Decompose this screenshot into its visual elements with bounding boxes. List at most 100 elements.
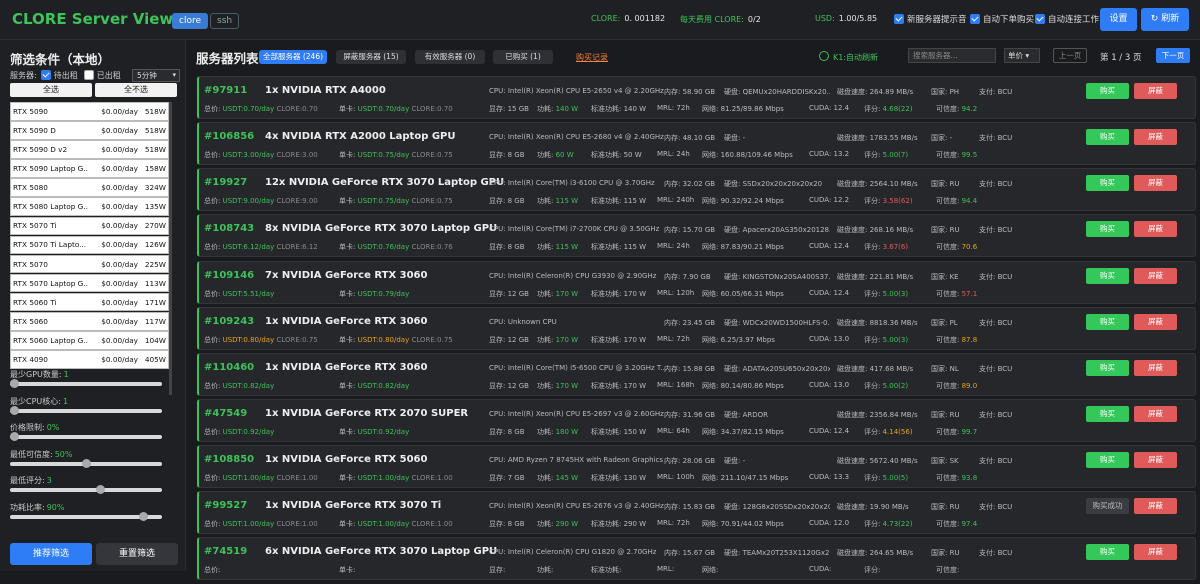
- checkbox-icon[interactable]: [1035, 14, 1045, 24]
- slider-handle[interactable]: [10, 379, 19, 388]
- total-price: 总价: USDT:9.00/day CLORE:9.00: [204, 196, 318, 206]
- buy-button[interactable]: 购买: [1086, 267, 1129, 284]
- interval-select[interactable]: 5分钟: [132, 68, 180, 82]
- power: 功耗: 145 W: [537, 473, 578, 483]
- mrl-label: MRL:: [657, 196, 675, 205]
- block-button[interactable]: 屏蔽: [1134, 83, 1177, 99]
- checkbox-icon[interactable]: [970, 14, 980, 24]
- gpu-filter-item[interactable]: RTX 4090 $0.00/day 405W: [10, 350, 169, 369]
- block-button[interactable]: 屏蔽: [1134, 313, 1177, 330]
- power: 功耗: 115 W: [537, 242, 578, 252]
- block-button[interactable]: 屏蔽: [1134, 129, 1177, 146]
- trust: 可信度: 97.4: [936, 519, 977, 529]
- cuda: CUDA: 12.4: [809, 242, 849, 250]
- block-button[interactable]: 屏蔽: [1134, 452, 1177, 469]
- rentable-label: 待出租: [53, 70, 78, 80]
- gpu-filter-item[interactable]: RTX 5070 $0.00/day 225W: [10, 254, 169, 274]
- tab-purchased[interactable]: 已购买 (1): [493, 50, 553, 64]
- vram: 显存: 7 GB: [489, 473, 525, 483]
- buy-button[interactable]: 购买: [1086, 544, 1129, 561]
- sort-select[interactable]: 单价 ▾: [1004, 48, 1040, 63]
- prev-page-button[interactable]: 上一页: [1053, 48, 1087, 63]
- block-button[interactable]: 屏蔽: [1134, 359, 1177, 376]
- slider-value: 50%: [54, 449, 73, 459]
- gpu-filter-item[interactable]: RTX 5060 Ti $0.00/day 171W: [10, 292, 169, 312]
- std-power: 标准功耗: 170 W: [591, 289, 646, 299]
- slider-handle[interactable]: [138, 511, 148, 521]
- gpu-filter-item[interactable]: RTX 5090 Laptop G... $0.00/day 158W: [10, 159, 169, 178]
- std-power-label: 标准功耗:: [591, 335, 622, 344]
- next-page-button[interactable]: 下一页: [1156, 48, 1190, 63]
- cuda: CUDA: 13.3: [809, 473, 849, 481]
- filter-slider[interactable]: [10, 379, 162, 388]
- select-all-button[interactable]: 全选: [10, 83, 92, 97]
- buy-button[interactable]: 购买: [1086, 129, 1129, 146]
- gpu-filter-item[interactable]: RTX 5090 D $0.00/day 518W: [10, 121, 169, 140]
- std-power-label: 标准功耗:: [591, 243, 622, 252]
- checkbox-icon[interactable]: [894, 14, 904, 24]
- reset-filter-button[interactable]: 重置筛选: [96, 543, 178, 565]
- block-button[interactable]: 屏蔽: [1134, 267, 1177, 284]
- block-button[interactable]: 屏蔽: [1134, 405, 1177, 422]
- select-none-button[interactable]: 全不选: [95, 83, 177, 97]
- buy-button[interactable]: 购买: [1086, 359, 1129, 376]
- auto-buy-checkbox[interactable]: 自动下单购买: [970, 13, 1034, 25]
- gpu-filter-item[interactable]: RTX 5070 Ti Lapto... $0.00/day 126W: [10, 235, 169, 255]
- rented-checkbox[interactable]: [83, 70, 94, 80]
- buy-button[interactable]: 购买: [1086, 83, 1129, 99]
- unit-clore: CLORE:0.75: [411, 335, 453, 344]
- rentable-checkbox[interactable]: [40, 70, 51, 80]
- buy-button[interactable]: 购买: [1086, 221, 1129, 238]
- buy-button[interactable]: 购买成功: [1086, 498, 1129, 515]
- gpu-filter-item[interactable]: RTX 5090 D v2 $0.00/day 518W: [10, 140, 169, 159]
- gpu-filter-item[interactable]: RTX 5080 Laptop G... $0.00/day 135W: [10, 197, 169, 216]
- auto-connect-checkbox[interactable]: 自动连接工作: [1035, 13, 1099, 25]
- slider-handle[interactable]: [81, 458, 91, 468]
- purchase-record-link[interactable]: 购买记录: [576, 52, 608, 63]
- settings-button[interactable]: 设置: [1100, 8, 1137, 31]
- filter-slider[interactable]: [10, 405, 162, 415]
- network-value: 87.83/90.21 Mbps: [720, 243, 784, 252]
- gpu-filter-item[interactable]: RTX 5070 Ti $0.00/day 270W: [10, 216, 169, 236]
- gpu-filter-item[interactable]: RTX 5060 Laptop G... $0.00/day 104W: [10, 331, 169, 350]
- new-server-sound-checkbox[interactable]: 新服务器提示音: [894, 13, 967, 25]
- filter-slider[interactable]: [10, 511, 162, 521]
- slider-handle[interactable]: [95, 485, 105, 494]
- tab-all-servers[interactable]: 全部服务器 (246): [259, 50, 327, 64]
- tag-ssh[interactable]: ssh: [210, 13, 240, 29]
- recommend-filter-button[interactable]: 推荐筛选: [10, 543, 92, 565]
- total-price: 总价: USDT:5.51/day: [204, 289, 274, 299]
- buy-button[interactable]: 购买: [1086, 405, 1129, 422]
- buy-button[interactable]: 购买: [1086, 313, 1129, 330]
- buy-button[interactable]: 购买: [1086, 175, 1129, 192]
- gpu-filter-item[interactable]: RTX 5090 $0.00/day 518W: [10, 102, 169, 121]
- block-button[interactable]: 屏蔽: [1134, 221, 1177, 238]
- gpu-filter-item[interactable]: RTX 5070 Laptop G... $0.00/day 113W: [10, 273, 169, 293]
- tab-blocked-servers[interactable]: 屏蔽服务器 (15): [336, 50, 406, 64]
- filter-slider[interactable]: [10, 458, 162, 468]
- cuda: CUDA: 12.4: [809, 104, 849, 112]
- server-search-input[interactable]: 搜索服务器...: [908, 48, 996, 63]
- std-power-value: 150 W: [623, 427, 647, 436]
- gpu-filter-item[interactable]: RTX 5060 $0.00/day 117W: [10, 312, 169, 331]
- tag-clore[interactable]: clore: [172, 13, 208, 29]
- server-card: #74519 6x NVIDIA GeForce RTX 3070 Laptop…: [197, 537, 1196, 581]
- daily-cost-label: 每天费用 CLORE:: [680, 15, 744, 24]
- block-button[interactable]: 屏蔽: [1134, 498, 1177, 515]
- buy-button[interactable]: 购买: [1086, 452, 1129, 469]
- block-button[interactable]: 屏蔽: [1134, 175, 1177, 192]
- power-value: 145 W: [555, 474, 579, 483]
- tab-valid-servers[interactable]: 有效服务器 (0): [415, 50, 485, 64]
- refresh-button[interactable]: ↻ 刷新: [1141, 8, 1189, 31]
- slider-handle[interactable]: [10, 405, 19, 415]
- gpu-filter-list[interactable]: RTX 5090 $0.00/day 518W RTX 5090 D $0.00/day…: [10, 102, 172, 395]
- filter-slider[interactable]: [10, 432, 162, 441]
- slider-handle[interactable]: [10, 432, 19, 441]
- clore-balance: CLORE: 0. 001182: [591, 14, 665, 23]
- filter-slider[interactable]: [10, 485, 162, 494]
- gpu-filter-item[interactable]: RTX 5080 $0.00/day 324W: [10, 178, 169, 197]
- unit-label: 单卡:: [339, 243, 356, 252]
- country: 国家: PL: [931, 318, 958, 327]
- block-button[interactable]: 屏蔽: [1134, 544, 1177, 561]
- server-cards: #97911 1x NVIDIA RTX A4000 CPU: Intel(R)…: [197, 76, 1196, 584]
